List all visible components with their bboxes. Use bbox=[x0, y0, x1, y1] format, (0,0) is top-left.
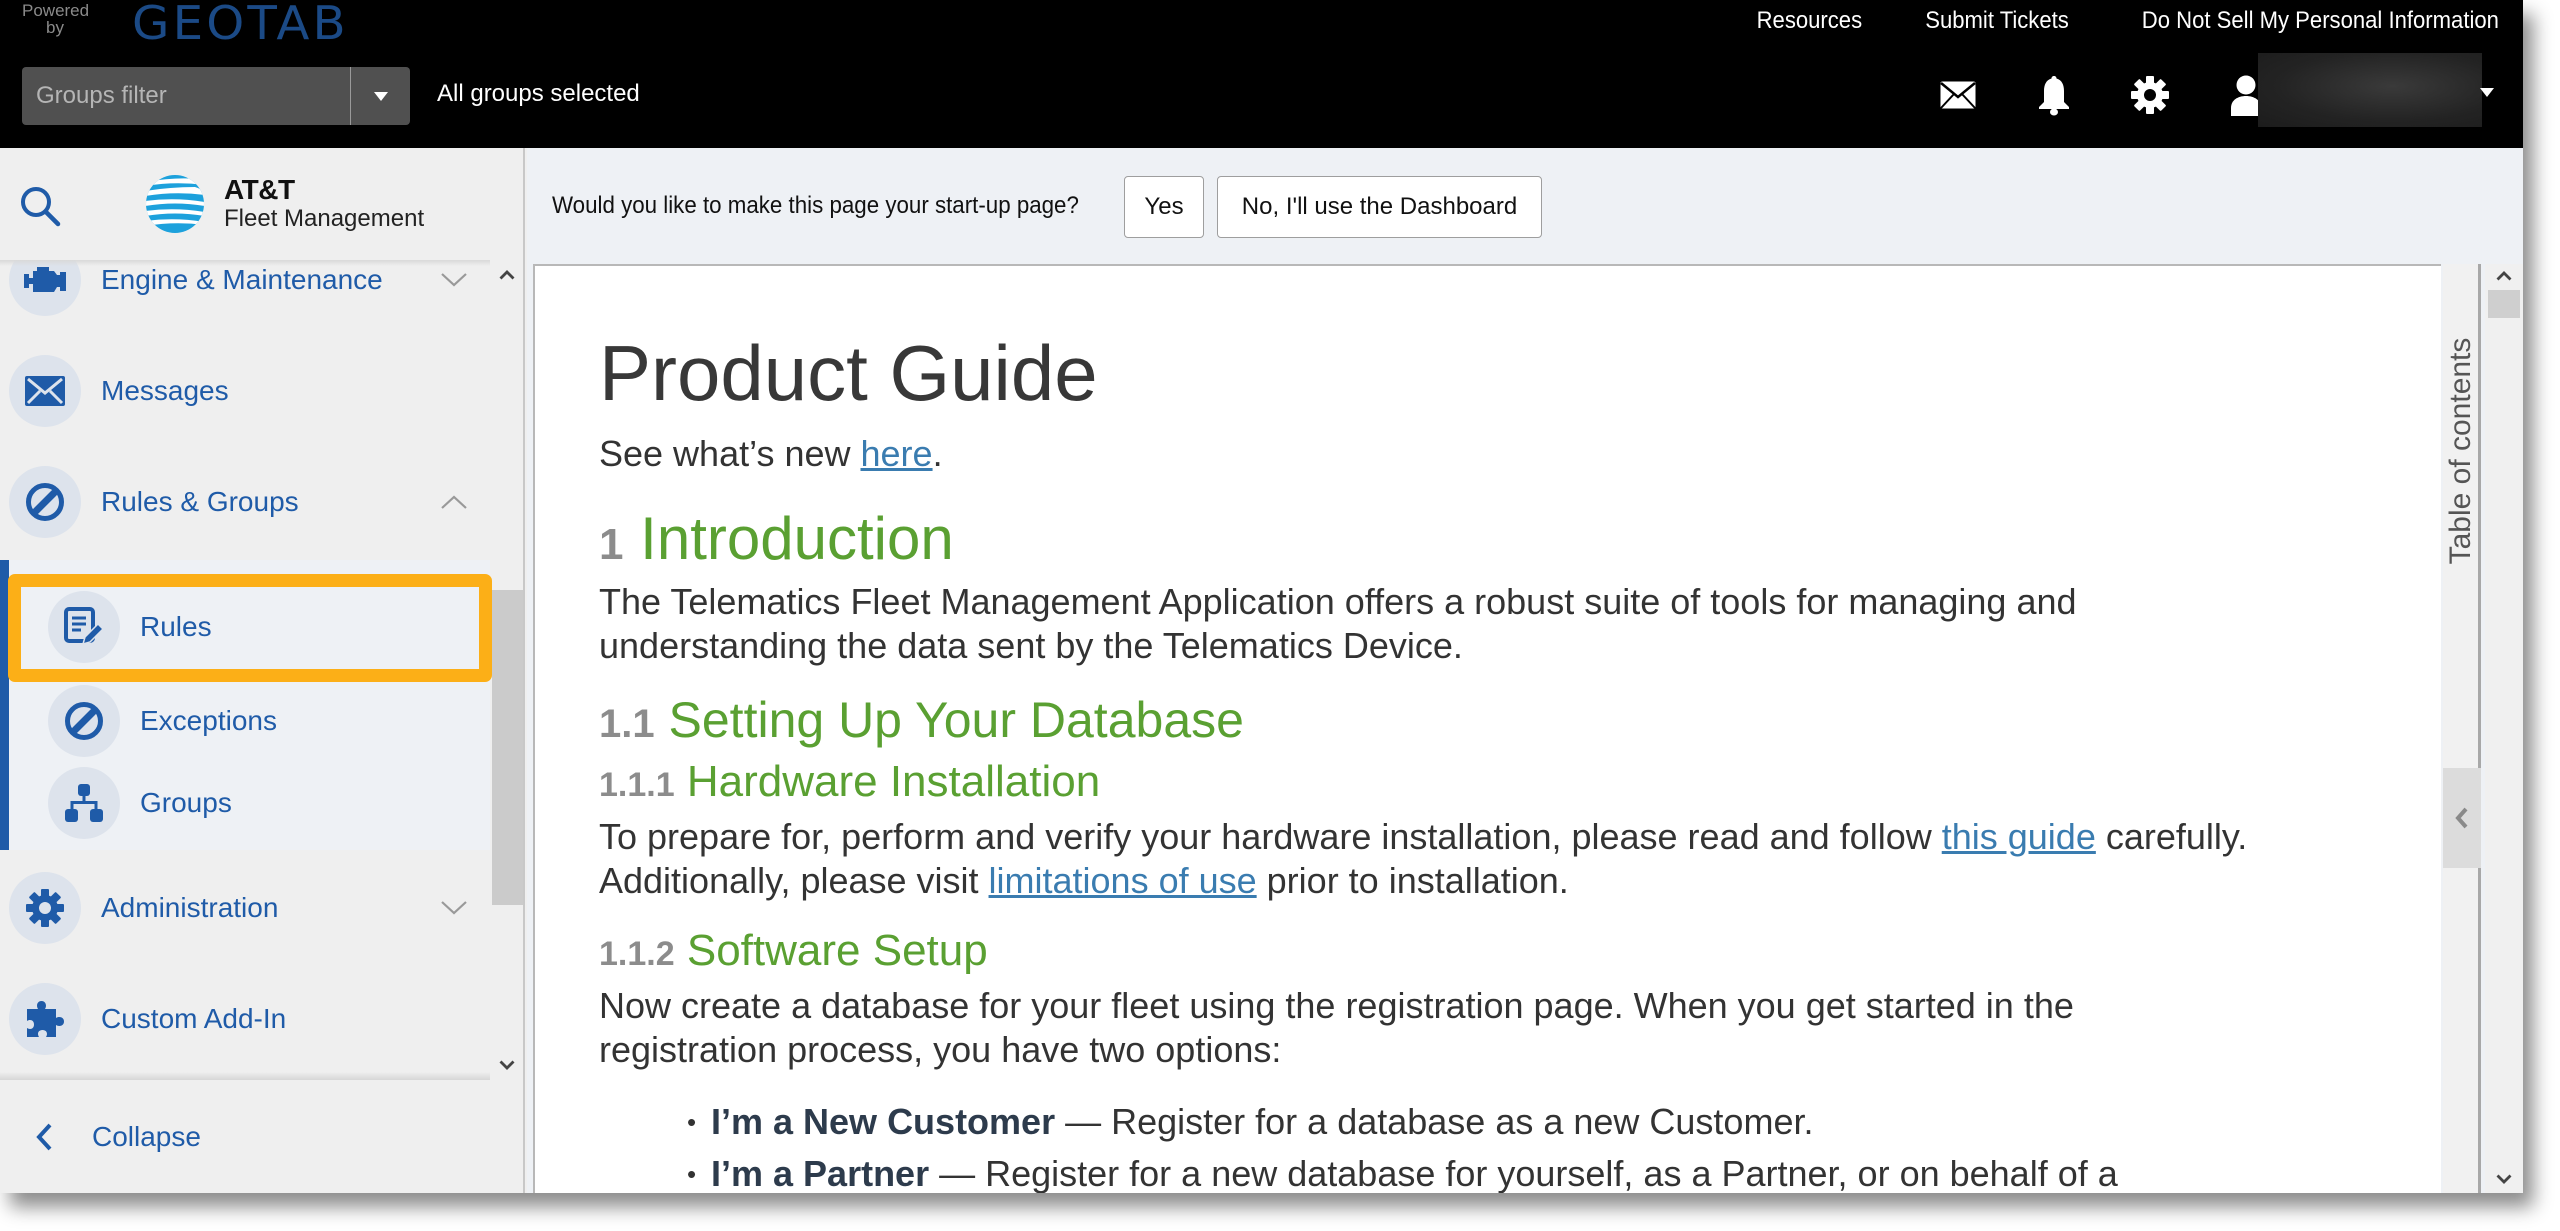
sidebar-item-label: Administration bbox=[101, 892, 279, 923]
chevron-left-icon bbox=[2455, 807, 2468, 829]
chevron-down-icon bbox=[2496, 1174, 2512, 1184]
this-guide-link[interactable]: this guide bbox=[1942, 816, 2096, 857]
product-guide-document[interactable]: Product Guide See what’s new here. 1 Int… bbox=[533, 264, 2441, 1193]
resources-link[interactable]: Resources bbox=[1733, 6, 1886, 36]
chevron-down-icon[interactable] bbox=[434, 260, 474, 300]
chevron-down-icon[interactable] bbox=[434, 888, 474, 928]
sidebar-nav: Engine & Maintenance Messages Rules & Gr… bbox=[0, 260, 523, 1080]
settings-button[interactable] bbox=[2102, 70, 2198, 120]
startup-page-prompt: Would you like to make this page your st… bbox=[527, 148, 2523, 262]
prohibited-icon bbox=[26, 483, 64, 521]
whats-new-line: See what’s new here. bbox=[599, 433, 943, 474]
chevron-left-icon bbox=[36, 1123, 52, 1150]
heading-software-setup: 1.1.2 Software Setup bbox=[599, 926, 988, 975]
heading-hardware-installation: 1.1.1 Hardware Installation bbox=[599, 757, 1101, 806]
chevron-up-icon bbox=[2496, 271, 2512, 281]
sidebar-item-rules-groups[interactable]: Rules & Groups bbox=[0, 452, 490, 552]
user-name-redacted[interactable] bbox=[2258, 53, 2482, 127]
sidebar-logo-row: AT&T Fleet Management bbox=[0, 148, 523, 260]
puzzle-icon bbox=[27, 1001, 64, 1037]
submit-tickets-link[interactable]: Submit Tickets bbox=[1901, 6, 2092, 36]
sidebar-item-label: Custom Add-In bbox=[101, 1003, 287, 1034]
bell-icon bbox=[2039, 76, 2069, 116]
chevron-down-icon bbox=[499, 1060, 514, 1070]
limitations-of-use-link[interactable]: limitations of use bbox=[989, 860, 1257, 901]
list-item: I’m a Partner — Register for a new datab… bbox=[687, 1148, 2259, 1193]
sidebar-scrollbar[interactable] bbox=[490, 260, 523, 1080]
chevron-up-icon[interactable] bbox=[434, 482, 474, 522]
groups-status: All groups selected bbox=[437, 80, 640, 107]
app-window: Powered by GEOTAB Resources Submit Ticke… bbox=[0, 0, 2523, 1193]
scroll-down-button[interactable] bbox=[2485, 1167, 2523, 1191]
software-paragraph: Now create a database for your fleet usi… bbox=[599, 985, 2074, 1070]
sidebar-item-label: Rules & Groups bbox=[101, 486, 299, 517]
table-of-contents-label[interactable]: Table of contents bbox=[2444, 331, 2478, 571]
sidebar-item-label: Exceptions bbox=[140, 705, 277, 736]
page-title: Product Guide bbox=[599, 329, 1098, 417]
prohibited-icon bbox=[65, 702, 103, 740]
collapse-sidebar-button[interactable]: Collapse bbox=[0, 1080, 523, 1193]
hardware-paragraph: To prepare for, perform and verify your … bbox=[599, 816, 2248, 901]
expand-toc-button[interactable] bbox=[2443, 768, 2481, 868]
do-not-sell-link[interactable]: Do Not Sell My Personal Information bbox=[2118, 6, 2506, 36]
gear-icon bbox=[26, 889, 64, 927]
startup-question: Would you like to make this page your st… bbox=[552, 192, 1079, 219]
scroll-up-button[interactable] bbox=[2485, 264, 2523, 288]
top-header: Powered by GEOTAB Resources Submit Ticke… bbox=[0, 0, 2523, 148]
top-links: Resources Submit Tickets Do Not Sell My … bbox=[1726, 6, 2523, 36]
registration-options-list: I’m a New Customer — Register for a data… bbox=[687, 1096, 2259, 1193]
sidebar-item-label: Groups bbox=[140, 787, 232, 818]
mail-icon bbox=[1940, 81, 1976, 109]
rules-edit-icon bbox=[64, 607, 105, 646]
sidebar-search-button[interactable] bbox=[18, 184, 62, 228]
user-menu-caret-icon[interactable] bbox=[2480, 88, 2494, 97]
heading-introduction: 1 Introduction bbox=[599, 505, 954, 572]
groups-filter[interactable]: Groups filter bbox=[22, 67, 410, 125]
gear-icon bbox=[2131, 76, 2169, 114]
att-globe-logo bbox=[146, 175, 204, 233]
whats-new-link[interactable]: here bbox=[861, 433, 933, 474]
sidebar-item-label: Engine & Maintenance bbox=[101, 264, 383, 295]
yes-button[interactable]: Yes bbox=[1124, 176, 1204, 238]
groups-filter-input[interactable]: Groups filter bbox=[22, 67, 350, 125]
sidebar-scroll-thumb[interactable] bbox=[492, 590, 523, 905]
chevron-up-icon bbox=[499, 270, 514, 280]
envelope-icon bbox=[25, 376, 65, 406]
document-scroll-thumb[interactable] bbox=[2488, 290, 2520, 318]
scroll-down-button[interactable] bbox=[490, 1050, 523, 1080]
sidebar-subitem-rules[interactable]: Rules bbox=[0, 580, 490, 674]
sidebar-item-administration[interactable]: Administration bbox=[0, 858, 490, 958]
powered-by-label: Powered by bbox=[22, 1, 90, 37]
groups-filter-dropdown-button[interactable] bbox=[350, 67, 410, 125]
scroll-up-button[interactable] bbox=[490, 260, 523, 290]
heading-setting-up-database: 1.1 Setting Up Your Database bbox=[599, 692, 1244, 748]
collapse-label: Collapse bbox=[92, 1120, 201, 1152]
caret-down-icon bbox=[373, 91, 388, 101]
search-icon bbox=[21, 187, 61, 227]
sidebar: AT&T Fleet Management Engine & Maintenan… bbox=[0, 148, 525, 1193]
document-scrollbar[interactable] bbox=[2485, 264, 2523, 1193]
att-logo-subtitle: Fleet Management bbox=[224, 205, 425, 232]
use-dashboard-button[interactable]: No, I'll use the Dashboard bbox=[1217, 176, 1542, 238]
att-logo-name: AT&T bbox=[224, 174, 295, 205]
header-icons bbox=[1910, 70, 2294, 120]
hierarchy-icon bbox=[65, 784, 103, 822]
sidebar-item-label: Messages bbox=[101, 375, 229, 406]
mail-button[interactable] bbox=[1910, 70, 2006, 120]
rules-groups-submenu: Rules Exceptions Groups bbox=[0, 560, 492, 850]
list-item: I’m a New Customer — Register for a data… bbox=[687, 1096, 2259, 1148]
geotab-logo[interactable]: GEOTAB bbox=[132, 0, 349, 50]
table-of-contents-panel[interactable]: Table of contents bbox=[2443, 264, 2481, 1193]
sidebar-item-messages[interactable]: Messages bbox=[0, 341, 490, 441]
engine-icon bbox=[24, 267, 66, 292]
sidebar-item-engine-maintenance[interactable]: Engine & Maintenance bbox=[0, 260, 490, 330]
intro-paragraph: The Telematics Fleet Management Applicat… bbox=[599, 581, 2077, 666]
sidebar-subitem-exceptions[interactable]: Exceptions bbox=[0, 674, 490, 768]
sidebar-item-custom-add-in[interactable]: Custom Add-In bbox=[0, 969, 490, 1069]
sidebar-subitem-groups[interactable]: Groups bbox=[0, 756, 490, 850]
main-content: Would you like to make this page your st… bbox=[527, 148, 2523, 1193]
sidebar-item-label: Rules bbox=[140, 611, 212, 642]
notifications-button[interactable] bbox=[2006, 70, 2102, 120]
